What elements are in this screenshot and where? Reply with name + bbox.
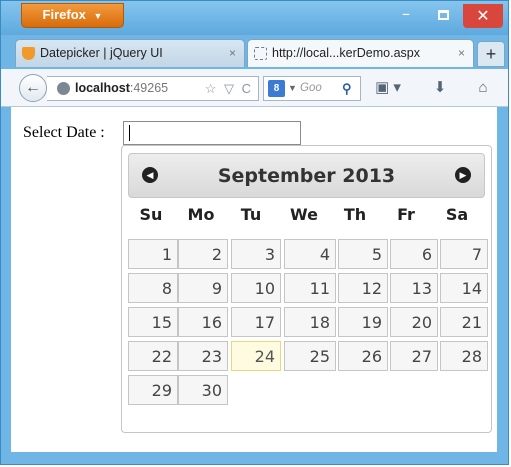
page-content: Select Date : ◀ September 2013 ▶ Su Mo T… <box>11 107 497 452</box>
weekday-header-we: We <box>290 205 318 224</box>
url-text: localhost:49265 <box>75 77 168 100</box>
page-icon <box>254 47 267 60</box>
jquery-icon <box>22 47 35 60</box>
tab-label: http://local...kerDemo.aspx <box>272 46 420 60</box>
navigation-bar: ← localhost:49265 ☆ ▽ C 8 ▼ Goo ⚲ ▣ ▾ ⬇ … <box>1 69 508 107</box>
day-cell[interactable]: 19 <box>338 307 388 337</box>
day-cell[interactable]: 27 <box>390 341 438 371</box>
day-cell[interactable]: 14 <box>440 273 488 303</box>
tab-close-icon[interactable]: × <box>229 40 236 67</box>
title-bar: Firefox ▼ – ✕ <box>1 1 508 35</box>
day-cell[interactable]: 22 <box>128 341 178 371</box>
plus-icon: + <box>485 44 497 64</box>
day-cell[interactable]: 13 <box>390 273 438 303</box>
tab-datepicker-demo[interactable]: http://local...kerDemo.aspx × <box>247 39 474 67</box>
day-cell[interactable]: 26 <box>338 341 388 371</box>
weekday-header-th: Th <box>343 205 367 224</box>
day-cell[interactable]: 5 <box>338 239 388 269</box>
day-cell[interactable]: 15 <box>128 307 178 337</box>
search-engine-icon[interactable]: 8 <box>268 80 285 97</box>
tab-close-icon[interactable]: × <box>458 40 465 67</box>
day-cell[interactable]: 6 <box>390 239 438 269</box>
day-cell[interactable]: 21 <box>440 307 488 337</box>
weekday-header-tu: Tu <box>240 205 262 224</box>
firefox-menu-caret-icon: ▼ <box>93 11 103 21</box>
day-cell[interactable]: 28 <box>440 341 488 371</box>
close-window-button[interactable]: ✕ <box>463 4 503 28</box>
datepicker-popup: ◀ September 2013 ▶ Su Mo Tu We Th Fr Sa … <box>121 145 492 433</box>
text-cursor <box>129 125 130 141</box>
downloads-button[interactable]: ⬇ <box>429 78 451 98</box>
search-icon[interactable]: ⚲ <box>342 77 352 100</box>
maximize-button[interactable] <box>429 4 459 28</box>
search-placeholder: Goo <box>300 82 322 94</box>
minimize-icon: – <box>402 4 410 23</box>
back-button[interactable]: ← <box>19 74 47 102</box>
day-cell[interactable]: 4 <box>284 239 336 269</box>
url-host: localhost <box>75 81 130 95</box>
tab-strip: Datepicker | jQuery UI × http://local...… <box>1 35 508 69</box>
day-cell[interactable]: 9 <box>178 273 228 303</box>
date-input[interactable] <box>123 121 301 145</box>
day-cell[interactable]: 16 <box>178 307 228 337</box>
search-engine-caret-icon[interactable]: ▼ <box>288 77 297 100</box>
day-cell[interactable]: 18 <box>284 307 336 337</box>
day-cell[interactable]: 25 <box>284 341 336 371</box>
next-month-button[interactable]: ▶ <box>455 167 471 183</box>
weekday-header-su: Su <box>139 205 163 224</box>
bookmarks-button[interactable]: ▣ ▾ <box>369 78 407 98</box>
select-date-label: Select Date : <box>23 124 105 141</box>
weekday-header-fr: Fr <box>397 205 415 224</box>
firefox-menu-label: Firefox <box>42 7 86 22</box>
browser-window: Firefox ▼ – ✕ Datepicker | jQuery UI × h… <box>0 0 509 465</box>
home-button[interactable]: ⌂ <box>471 78 495 98</box>
bookmarks-icon: ▣ ▾ <box>375 79 401 96</box>
day-cell[interactable]: 2 <box>178 239 228 269</box>
new-tab-button[interactable]: + <box>477 41 505 67</box>
tab-datepicker-jquery-ui[interactable]: Datepicker | jQuery UI × <box>15 39 245 67</box>
globe-icon <box>57 82 70 95</box>
url-bar[interactable]: localhost:49265 ☆ ▽ C <box>47 76 259 101</box>
day-cell[interactable]: 8 <box>128 273 178 303</box>
tab-label: Datepicker | jQuery UI <box>40 46 163 60</box>
day-cell[interactable]: 20 <box>390 307 438 337</box>
weekday-header-mo: Mo <box>187 205 215 224</box>
download-icon: ⬇ <box>433 79 447 96</box>
day-cell[interactable]: 23 <box>178 341 228 371</box>
day-cell[interactable]: 17 <box>231 307 281 337</box>
day-cell[interactable]: 7 <box>440 239 488 269</box>
minimize-button[interactable]: – <box>386 4 426 28</box>
maximize-icon <box>438 10 449 20</box>
url-port: :49265 <box>129 81 169 95</box>
back-arrow-icon: ← <box>25 79 41 96</box>
day-cell-today[interactable]: 24 <box>231 341 281 371</box>
firefox-menu-button[interactable]: Firefox ▼ <box>21 3 124 28</box>
day-cell[interactable]: 3 <box>231 239 281 269</box>
weekday-header-sa: Sa <box>445 205 469 224</box>
datepicker-header: ◀ September 2013 ▶ <box>128 153 485 198</box>
day-cell[interactable]: 29 <box>128 375 178 405</box>
close-icon: ✕ <box>476 6 490 25</box>
home-icon: ⌂ <box>478 79 488 96</box>
day-cell[interactable]: 11 <box>284 273 336 303</box>
url-actions[interactable]: ☆ ▽ C <box>205 77 253 100</box>
day-cell[interactable]: 12 <box>338 273 388 303</box>
month-year-title: September 2013 <box>217 165 396 187</box>
next-arrow-icon: ▶ <box>459 170 467 180</box>
search-box[interactable]: 8 ▼ Goo ⚲ <box>263 76 361 101</box>
day-cell[interactable]: 10 <box>231 273 281 303</box>
day-cell[interactable]: 30 <box>178 375 228 405</box>
day-cell[interactable]: 1 <box>128 239 178 269</box>
